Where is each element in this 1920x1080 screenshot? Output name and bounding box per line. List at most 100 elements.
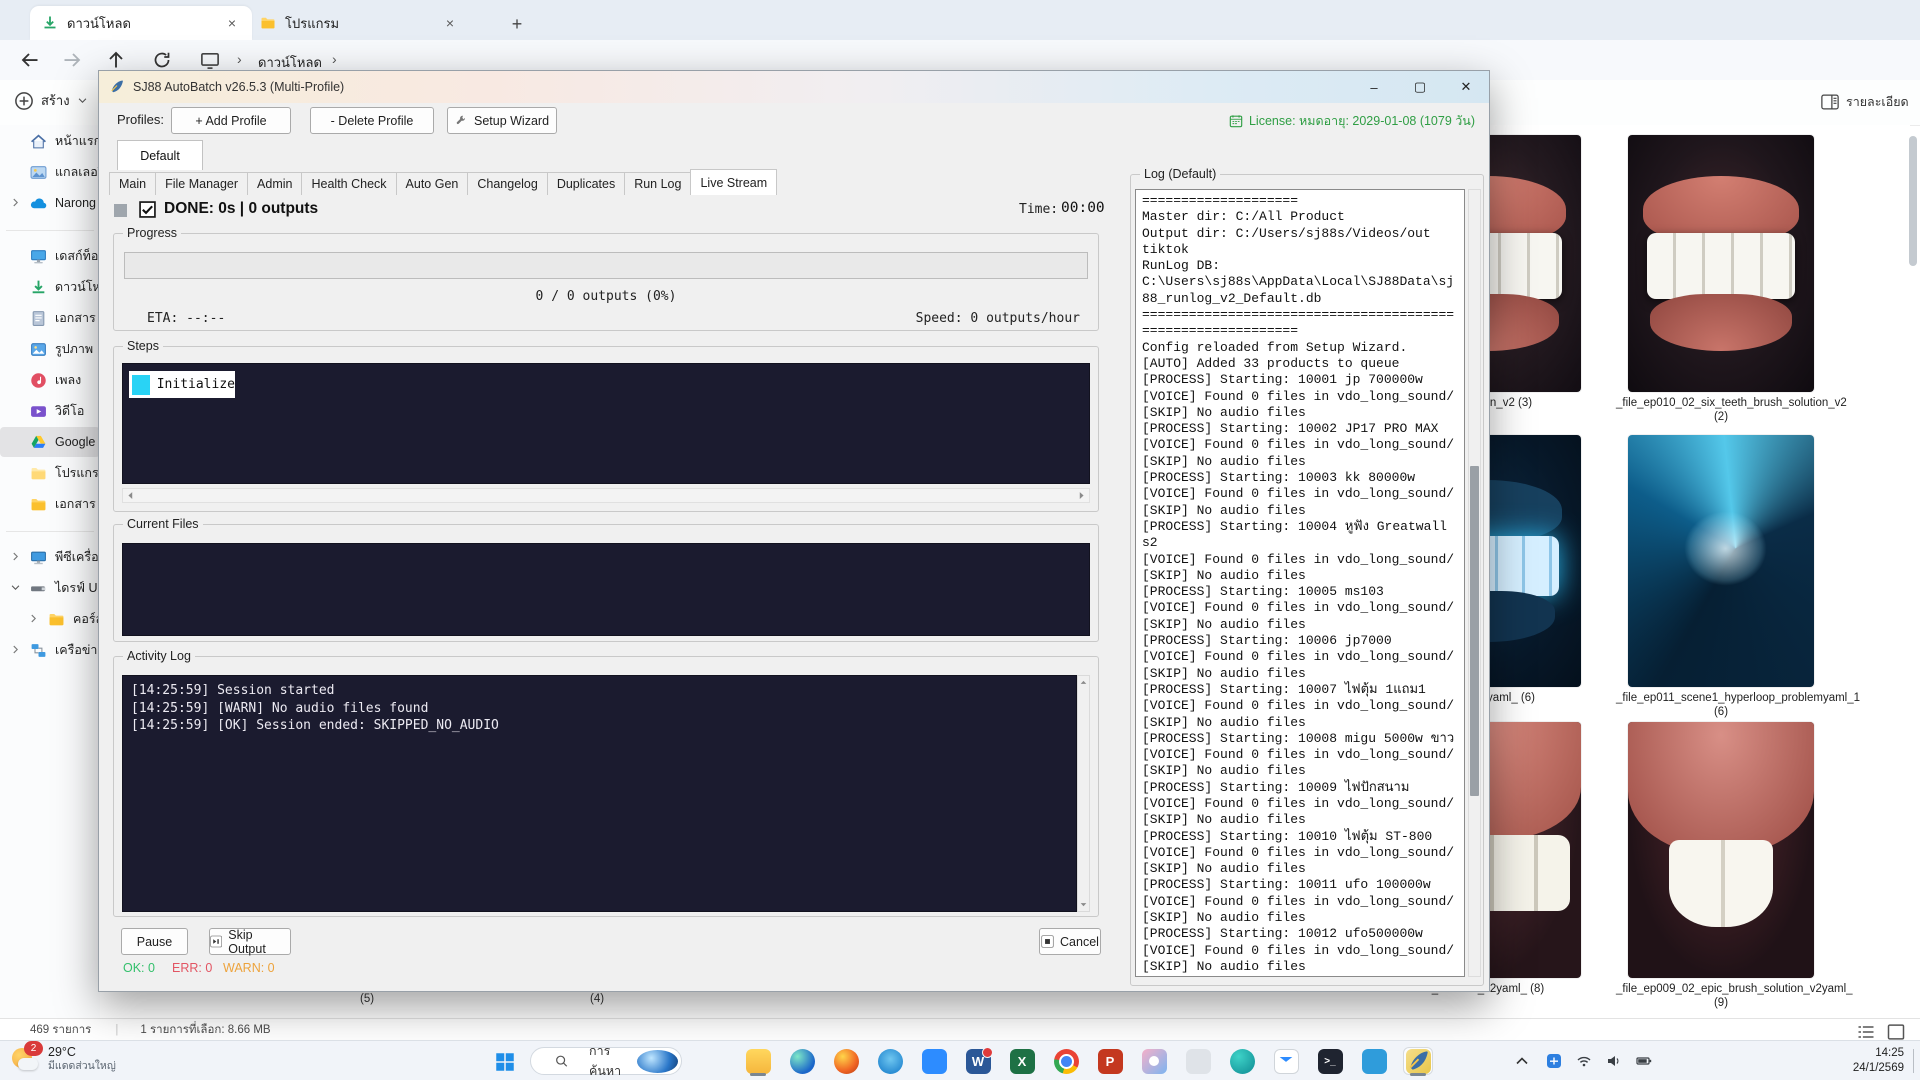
taskbar-app-zoom[interactable] [919, 1047, 949, 1075]
scroll-right-icon[interactable] [1075, 490, 1088, 501]
taskbar-app-mail[interactable] [1271, 1047, 1301, 1075]
file-thumbnail[interactable] [1628, 722, 1814, 978]
taskbar-app-word[interactable]: W [963, 1047, 993, 1075]
sidebar-item[interactable]: หน้าแรก [0, 126, 100, 156]
explorer-tab-1[interactable]: ดาวน์โหลด× [30, 6, 252, 40]
taskbar-app-vscode[interactable] [1359, 1047, 1389, 1075]
sidebar-item[interactable]: โปรแกรม [0, 458, 100, 488]
list-view-icon[interactable] [1856, 1022, 1876, 1042]
chevron-right-icon[interactable] [10, 197, 21, 208]
start-button[interactable] [492, 1049, 518, 1075]
tab-health-check[interactable]: Health Check [301, 172, 396, 195]
scroll-left-icon[interactable] [124, 490, 137, 501]
tab-admin[interactable]: Admin [247, 172, 302, 195]
new-tab-button[interactable]: + [505, 12, 529, 36]
chevron-down-icon[interactable] [10, 582, 21, 593]
tab-changelog[interactable]: Changelog [467, 172, 547, 195]
explorer-vertical-scrollbar[interactable] [1908, 130, 1918, 1010]
tab-live-stream[interactable]: Live Stream [690, 169, 777, 195]
explorer-tab-2[interactable]: โปรแกรม× [248, 6, 470, 40]
search-highlight-thumbnail [637, 1050, 678, 1073]
current-files-canvas[interactable] [122, 543, 1090, 636]
tray-app-icon[interactable] [1546, 1053, 1562, 1069]
battery-icon[interactable] [1636, 1053, 1652, 1069]
activity-log-scrollbar[interactable] [1077, 675, 1090, 912]
maximize-button[interactable]: ▢ [1397, 71, 1443, 103]
tab-close-icon[interactable]: × [222, 13, 242, 33]
taskbar-app-settings[interactable] [1183, 1047, 1213, 1075]
step-item-initialize[interactable]: Initialize [129, 371, 235, 398]
tab-main[interactable]: Main [109, 172, 156, 195]
show-desktop-button[interactable] [1913, 1049, 1914, 1073]
setup-wizard-button[interactable]: Setup Wizard [447, 107, 557, 134]
log-panel-scrollbar[interactable] [1468, 189, 1481, 977]
sidebar-item[interactable]: เครือข่าย [0, 635, 100, 665]
steps-canvas[interactable]: Initialize [122, 363, 1090, 484]
this-pc-icon[interactable] [200, 50, 220, 70]
profile-tab-default[interactable]: Default [117, 140, 203, 170]
file-thumbnail[interactable] [1628, 135, 1814, 392]
scroll-down-icon[interactable] [1078, 900, 1089, 909]
details-view-button[interactable]: รายละเอียด [1820, 92, 1909, 112]
cancel-button[interactable]: Cancel [1039, 928, 1101, 955]
chevron-right-icon[interactable] [10, 551, 21, 562]
telegram-icon [878, 1049, 903, 1074]
new-button[interactable]: สร้าง [14, 90, 88, 111]
up-icon[interactable] [106, 50, 126, 70]
tab-duplicates[interactable]: Duplicates [547, 172, 625, 195]
taskbar-app-canva[interactable] [1227, 1047, 1257, 1075]
wifi-icon[interactable] [1576, 1053, 1592, 1069]
forward-icon[interactable] [62, 50, 82, 70]
pause-button[interactable]: Pause [121, 928, 188, 955]
add-profile-button[interactable]: + Add Profile [171, 107, 291, 134]
sidebar-item[interactable]: เอกสาร [0, 489, 100, 519]
weather-widget[interactable]: 2 29°C มีแดดส่วนใหญ่ [10, 1044, 116, 1074]
tab-file-manager[interactable]: File Manager [155, 172, 248, 195]
taskbar-app-sj88-autobatch[interactable] [1403, 1047, 1433, 1075]
taskbar-app-firefox[interactable] [831, 1047, 861, 1075]
sidebar-item[interactable]: Google [0, 427, 100, 457]
tab-close-icon[interactable]: × [440, 13, 460, 33]
taskbar-search-input[interactable]: การค้นหา [530, 1047, 682, 1075]
sidebar-item[interactable]: วิดีโอ [0, 396, 100, 426]
taskbar-clock[interactable]: 14:25 24/1/2569 [1838, 1046, 1904, 1076]
refresh-icon[interactable] [152, 50, 172, 70]
steps-horizontal-scrollbar[interactable] [122, 488, 1090, 503]
chevron-right-icon[interactable] [28, 613, 39, 624]
tray-chevron-up-icon[interactable] [1514, 1053, 1530, 1069]
network-icon [30, 642, 47, 659]
minimize-button[interactable]: – [1351, 71, 1397, 103]
sidebar-item[interactable]: Narong [0, 188, 100, 218]
activity-log-text[interactable]: [14:25:59] Session started [14:25:59] [W… [122, 675, 1077, 912]
taskbar-app-chrome[interactable] [1051, 1047, 1081, 1075]
thumbnail-view-icon[interactable] [1886, 1022, 1906, 1042]
sidebar-item[interactable]: เพลง [0, 365, 100, 395]
taskbar-app-excel[interactable]: X [1007, 1047, 1037, 1075]
taskbar-app-powerpoint[interactable]: P [1095, 1047, 1125, 1075]
delete-profile-button[interactable]: - Delete Profile [310, 107, 434, 134]
volume-icon[interactable] [1606, 1053, 1622, 1069]
sidebar-item[interactable]: เอกสาร [0, 303, 100, 333]
close-button[interactable]: ✕ [1443, 71, 1489, 103]
window-title-bar[interactable]: SJ88 AutoBatch v26.5.3 (Multi-Profile) [99, 71, 1489, 103]
sidebar-item[interactable]: คอร์สติ [0, 604, 100, 634]
sidebar-item[interactable]: ดาวน์โหลด [0, 272, 100, 302]
taskbar-app-file-explorer[interactable] [743, 1047, 773, 1075]
log-panel-text[interactable]: ==================== Master dir: C:/All … [1135, 189, 1465, 977]
scroll-up-icon[interactable] [1078, 678, 1089, 687]
sidebar-item[interactable]: ไดรฟ์ USB [0, 573, 100, 603]
sidebar-item[interactable]: เดสก์ท็อป [0, 241, 100, 271]
file-thumbnail[interactable] [1628, 435, 1814, 687]
sidebar-item[interactable]: รูปภาพ [0, 334, 100, 364]
sidebar-item[interactable]: พีซีเครื่อง [0, 542, 100, 572]
chevron-right-icon[interactable] [10, 644, 21, 655]
sidebar-item[interactable]: แกลเลอรี [0, 157, 100, 187]
taskbar-app-telegram[interactable] [875, 1047, 905, 1075]
taskbar-app-edge[interactable] [787, 1047, 817, 1075]
tab-auto-gen[interactable]: Auto Gen [396, 172, 469, 195]
skip-output-button[interactable]: Skip Output [209, 928, 291, 955]
tab-run-log[interactable]: Run Log [624, 172, 691, 195]
back-icon[interactable] [20, 50, 40, 70]
taskbar-app-photos[interactable] [1139, 1047, 1169, 1075]
taskbar-app-terminal[interactable]: >_ [1315, 1047, 1345, 1075]
